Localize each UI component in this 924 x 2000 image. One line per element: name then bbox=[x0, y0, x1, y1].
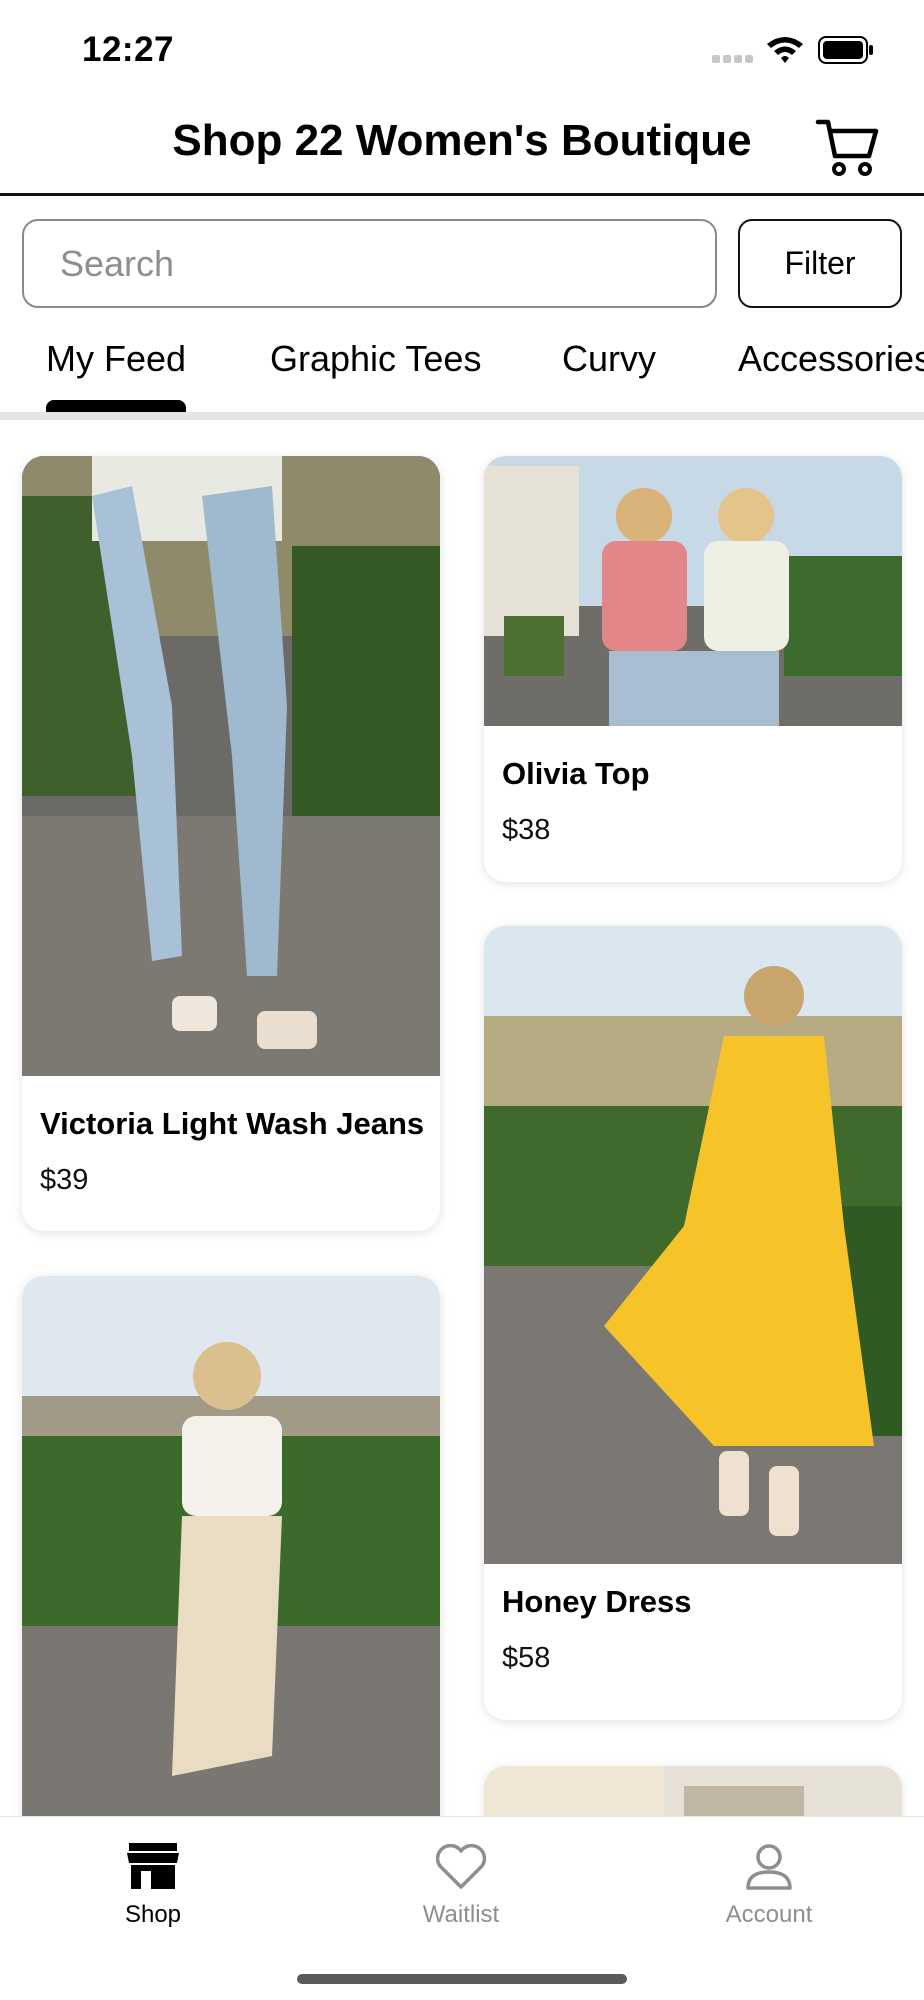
nav-shop[interactable]: Shop bbox=[73, 1841, 233, 1929]
product-price: $39 bbox=[40, 1164, 89, 1196]
product-name: Honey Dress bbox=[502, 1584, 692, 1619]
product-name: Victoria Light Wash Jeans bbox=[40, 1106, 425, 1141]
nav-label: Account bbox=[725, 1901, 813, 1928]
nav-account[interactable]: Account bbox=[689, 1841, 849, 1929]
tab-my-feed[interactable]: My Feed bbox=[46, 338, 186, 380]
search-input[interactable] bbox=[22, 219, 717, 308]
status-time: 12:27 bbox=[82, 30, 175, 69]
cart-icon[interactable] bbox=[815, 116, 881, 178]
person-icon bbox=[746, 1844, 792, 1890]
product-image bbox=[484, 456, 902, 726]
bottom-nav: Shop Waitlist Account bbox=[0, 1816, 924, 2000]
page-title: Shop 22 Women's Boutique bbox=[172, 116, 752, 165]
product-card[interactable]: Victoria Light Wash Jeans $39 bbox=[22, 456, 440, 1231]
tab-accessories[interactable]: Accessories bbox=[738, 338, 924, 380]
heart-icon bbox=[435, 1843, 487, 1889]
product-image bbox=[22, 456, 440, 1076]
home-indicator bbox=[297, 1974, 627, 1984]
store-icon bbox=[127, 1843, 179, 1889]
tab-curvy[interactable]: Curvy bbox=[562, 338, 656, 380]
filter-button[interactable]: Filter bbox=[738, 219, 902, 308]
nav-label: Shop bbox=[124, 1901, 182, 1928]
product-image bbox=[484, 926, 902, 1564]
product-card[interactable]: Olivia Top $38 bbox=[484, 456, 902, 882]
wifi-icon bbox=[767, 37, 803, 63]
active-tab-indicator bbox=[46, 400, 186, 412]
app-header: Shop 22 Women's Boutique bbox=[0, 100, 924, 196]
nav-waitlist[interactable]: Waitlist bbox=[381, 1841, 541, 1929]
cellular-signal-icon bbox=[712, 55, 756, 65]
tab-graphic-tees[interactable]: Graphic Tees bbox=[270, 338, 481, 380]
nav-label: Waitlist bbox=[422, 1901, 500, 1928]
product-price: $58 bbox=[502, 1642, 551, 1674]
product-price: $38 bbox=[502, 814, 551, 846]
category-tabs: My Feed Graphic Tees Curvy Accessories bbox=[0, 320, 924, 420]
battery-icon bbox=[818, 36, 873, 64]
status-bar: 12:27 bbox=[0, 0, 924, 100]
product-name: Olivia Top bbox=[502, 756, 650, 791]
product-card[interactable]: Honey Dress $58 bbox=[484, 926, 902, 1720]
